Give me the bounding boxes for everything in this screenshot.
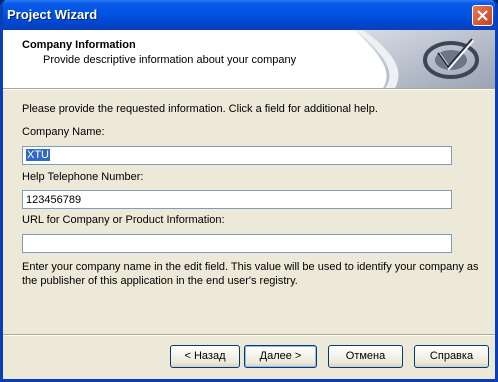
header-separator	[3, 88, 495, 90]
help-button[interactable]: Справка	[414, 345, 489, 368]
url-label: URL for Company or Product Information:	[22, 214, 225, 226]
close-button[interactable]	[472, 5, 493, 26]
window-title: Project Wizard	[7, 7, 98, 22]
close-icon	[477, 10, 488, 21]
company-name-value: XTU	[26, 149, 50, 161]
instruction-text: Please provide the requested information…	[22, 103, 378, 115]
help-phone-input[interactable]	[22, 190, 452, 209]
back-button[interactable]: < Назад	[170, 345, 240, 368]
field-help-text: Enter your company name in the edit fiel…	[22, 261, 479, 287]
wizard-window: Project Wizard Company Information Provi…	[0, 0, 498, 382]
wizard-logo-icon	[355, 30, 495, 88]
company-name-input[interactable]: XTU	[22, 146, 452, 165]
wizard-header: Company Information Provide descriptive …	[3, 30, 495, 88]
url-input[interactable]	[22, 234, 452, 253]
company-name-label: Company Name:	[22, 126, 105, 138]
footer-separator	[3, 334, 495, 336]
title-bar[interactable]: Project Wizard	[3, 0, 495, 30]
page-title: Company Information	[22, 39, 136, 51]
help-phone-label: Help Telephone Number:	[22, 171, 144, 183]
page-subtitle: Provide descriptive information about yo…	[43, 54, 297, 66]
cancel-button[interactable]: Отмена	[328, 345, 403, 368]
next-button[interactable]: Далее >	[244, 345, 317, 368]
